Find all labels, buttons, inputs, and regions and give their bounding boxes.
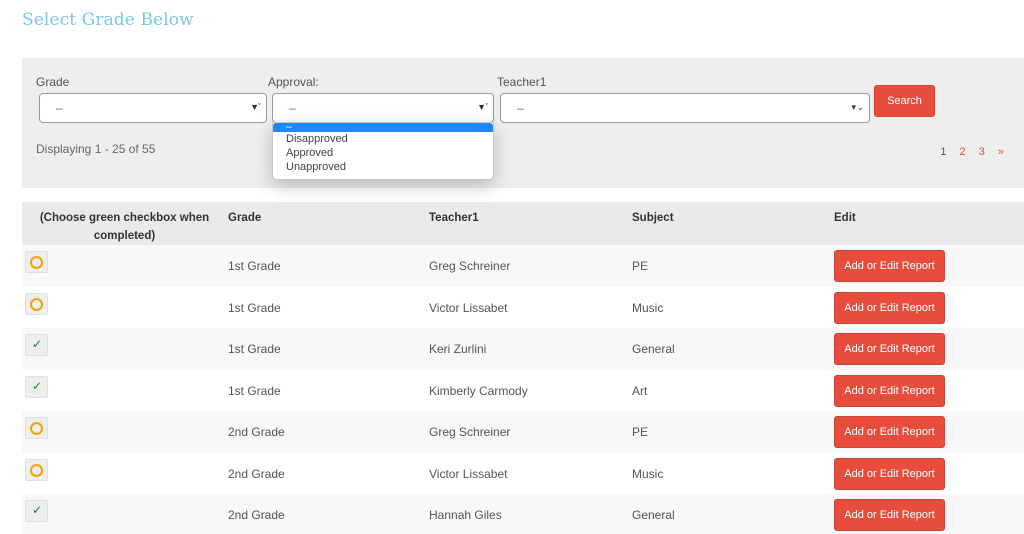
header-grade: Grade [228,212,262,224]
status-checkbox[interactable] [25,251,48,273]
status-checkbox[interactable] [25,417,48,439]
table-row: 2nd Grade Greg Schreiner PE Add or Edit … [22,411,1024,453]
approval-option[interactable]: Disapproved [273,132,493,146]
add-edit-report-button[interactable]: Add or Edit Report [834,333,945,365]
status-checkbox[interactable]: ✓ [25,334,48,356]
teacher-select-value: – [517,101,524,115]
circle-outline-icon [30,422,43,435]
page-title: Select Grade Below [22,10,194,30]
grade-filter-label: Grade [36,75,70,89]
circle-outline-icon [30,256,43,269]
cell-subject: Music [632,300,664,315]
pagination: 1 2 3 » [930,146,1004,158]
circle-outline-icon [30,463,43,477]
cell-subject: PE [632,425,649,439]
reports-table: (Choose green checkbox when completed) G… [22,202,1024,534]
teacher-filter-label: Teacher1 [497,75,547,89]
cell-grade: 1st Grade [228,259,281,273]
grade-select[interactable]: – ▼ˇ [39,93,267,123]
cell-teacher: Keri Zurlini [429,342,487,356]
cell-grade: 1st Grade [228,300,281,315]
add-edit-report-button[interactable]: Add or Edit Report [834,291,945,324]
cell-subject: General [632,508,675,522]
checkmark-icon: ✓ [32,337,43,351]
cell-grade: 2nd Grade [228,466,285,481]
table-row: 1st Grade Victor Lissabet Music Add or E… [22,286,1024,328]
add-edit-report-button[interactable]: Add or Edit Report [834,416,945,448]
header-status: (Choose green checkbox when completed) [39,212,210,242]
table-body: 1st Grade Greg Schreiner PE Add or Edit … [22,245,1024,534]
cell-teacher: Kimberly Carmody [429,383,528,398]
cell-teacher: Victor Lissabet [429,466,508,481]
table-row: ✓ 2nd Grade Hannah Giles General Add or … [22,494,1024,534]
checkmark-icon: ✓ [32,378,43,393]
grade-select-value: – [56,101,63,115]
status-checkbox[interactable] [25,292,48,315]
display-count: Displaying 1 - 25 of 55 [36,142,156,156]
page-link-3[interactable]: 3 [979,146,985,158]
page-current: 1 [940,146,947,158]
cell-subject: Art [632,383,648,398]
checkmark-icon: ✓ [32,503,43,517]
circle-outline-icon [30,297,43,311]
page-link-2[interactable]: 2 [960,146,966,158]
approval-option[interactable]: Unapproved [273,160,493,174]
cell-teacher: Hannah Giles [429,508,502,522]
approval-option[interactable]: Approved [273,146,493,160]
add-edit-report-button[interactable]: Add or Edit Report [834,250,945,282]
approval-select-value: – [289,101,296,115]
teacher-select[interactable]: – ▾ ⌄ [500,93,870,123]
status-checkbox[interactable]: ✓ [25,375,48,398]
table-row: 1st Grade Greg Schreiner PE Add or Edit … [22,245,1024,287]
header-teacher: Teacher1 [429,212,479,224]
table-row: ✓ 1st Grade Keri Zurlini General Add or … [22,328,1024,370]
chevron-down-icon: ▼ˇ [250,102,261,112]
cell-grade: 1st Grade [228,383,281,398]
cell-grade: 1st Grade [228,342,281,356]
cell-subject: General [632,342,675,356]
approval-select[interactable]: – ▼ˇ [272,93,494,123]
cell-subject: Music [632,466,664,481]
cell-grade: 2nd Grade [228,508,285,522]
cell-teacher: Greg Schreiner [429,259,511,273]
header-edit: Edit [834,212,856,224]
table-header: (Choose green checkbox when completed) G… [22,202,1024,245]
approval-filter-label: Approval: [268,75,319,89]
approval-option[interactable]: – [273,122,493,133]
approval-dropdown-menu: – Disapproved Approved Unapproved [272,122,494,180]
filter-panel: Grade – ▼ˇ Approval: – ▼ˇ Teacher1 – ▾ ⌄… [22,58,1024,188]
header-subject: Subject [632,212,674,224]
cell-subject: PE [632,259,649,273]
table-row: 2nd Grade Victor Lissabet Music Add or E… [22,452,1024,494]
add-edit-report-button[interactable]: Add or Edit Report [834,457,945,490]
chevron-down-icon: ▼ˇ [477,102,488,112]
status-checkbox[interactable] [25,458,48,481]
cell-grade: 2nd Grade [228,425,285,439]
search-button[interactable]: Search [874,85,935,117]
add-edit-report-button[interactable]: Add or Edit Report [834,499,945,531]
table-row: ✓ 1st Grade Kimberly Carmody Art Add or … [22,369,1024,411]
chevron-down-icon: ▾ ⌄ [851,102,864,112]
cell-teacher: Victor Lissabet [429,300,508,315]
cell-teacher: Greg Schreiner [429,425,511,439]
status-checkbox[interactable]: ✓ [25,500,48,522]
add-edit-report-button[interactable]: Add or Edit Report [834,374,945,407]
page-next[interactable]: » [998,146,1004,158]
